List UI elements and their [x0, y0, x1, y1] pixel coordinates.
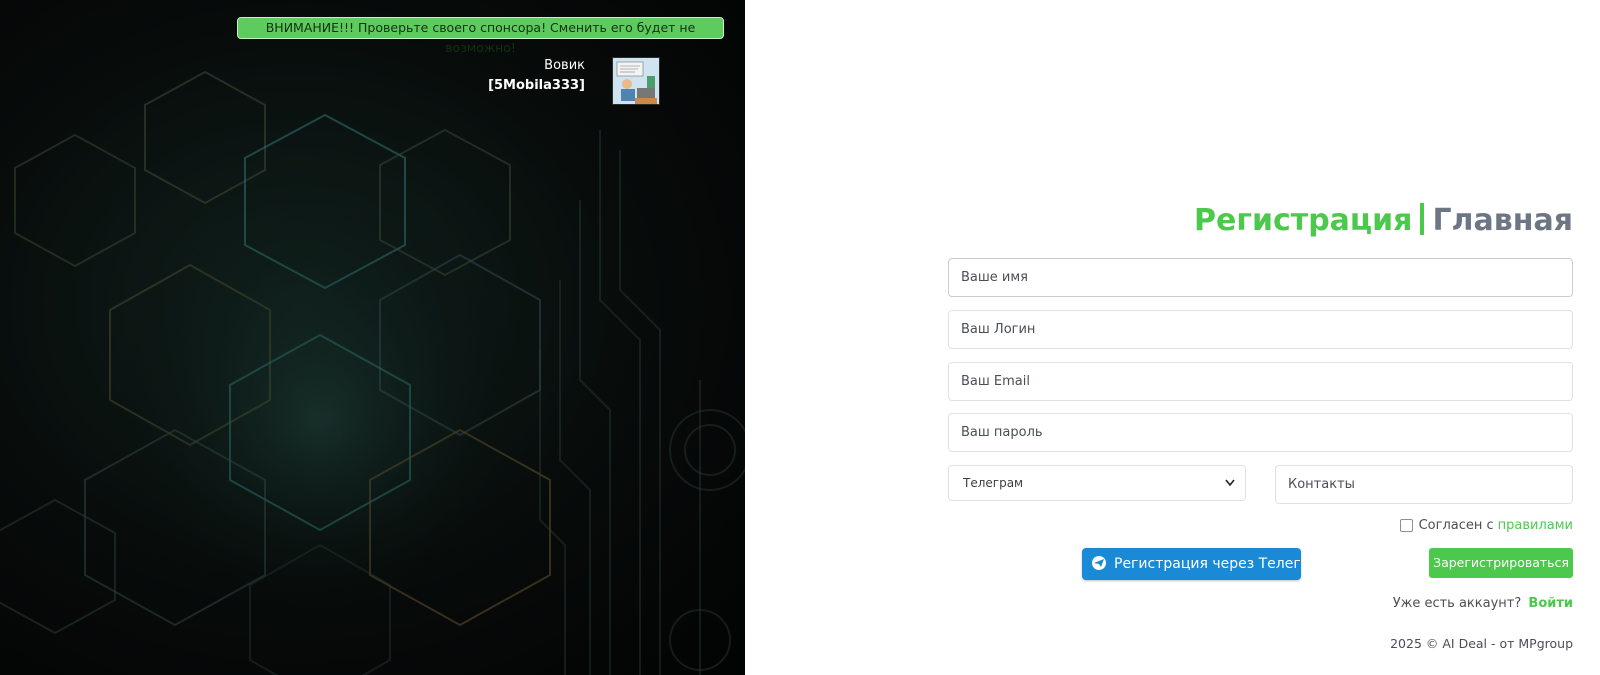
tab-main[interactable]: Главная [1432, 203, 1573, 238]
contacts-input[interactable]: Контакты [1275, 465, 1573, 504]
rules-link[interactable]: правилами [1498, 518, 1573, 533]
telegram-button-label: Регистрация через Телеграм [1114, 556, 1329, 572]
footer-copyright: 2025 © AI Deal - от MPgroup [1390, 636, 1573, 651]
tab-register[interactable]: Регистрация [1194, 203, 1412, 238]
sponsor-avatar [612, 57, 660, 105]
agree-checkbox[interactable] [1399, 519, 1413, 532]
telegram-icon [1092, 556, 1106, 570]
registration-form: Регистрация Главная Ваше имя Ваш Логин Ва… [948, 0, 1573, 675]
contact-type-select[interactable]: Телеграм [948, 465, 1246, 501]
telegram-register-button[interactable]: Регистрация через Телеграм [1082, 548, 1329, 580]
agree-rules-row: Согласен с правилами [1399, 518, 1573, 533]
chevron-down-icon [1225, 466, 1235, 513]
contact-type-value: Телеграм [963, 476, 1024, 490]
register-button[interactable]: Зарегистрироваться [1429, 548, 1573, 578]
have-account-text: Уже есть аккаунт? [1392, 596, 1522, 611]
tab-separator [1420, 203, 1425, 235]
password-input[interactable]: Ваш пароль [948, 413, 1573, 452]
have-account-row: Уже есть аккаунт? Войти [1393, 596, 1573, 611]
name-input[interactable]: Ваше имя [948, 258, 1573, 297]
sponsor-login: [5Mobila333] [488, 78, 585, 93]
sponsor-panel: ВНИМАНИЕ!!! Проверьте своего спонсора! С… [0, 0, 745, 675]
sponsor-name: Вовик [544, 58, 585, 73]
agree-label: Согласен с [1418, 518, 1494, 533]
login-link[interactable]: Войти [1528, 596, 1573, 611]
login-input[interactable]: Ваш Логин [948, 310, 1573, 349]
form-title-tabs: Регистрация Главная [1194, 203, 1573, 238]
email-input[interactable]: Ваш Email [948, 362, 1573, 401]
avatar-image-icon [613, 58, 659, 104]
sponsor-warning-banner: ВНИМАНИЕ!!! Проверьте своего спонсора! С… [237, 17, 724, 55]
